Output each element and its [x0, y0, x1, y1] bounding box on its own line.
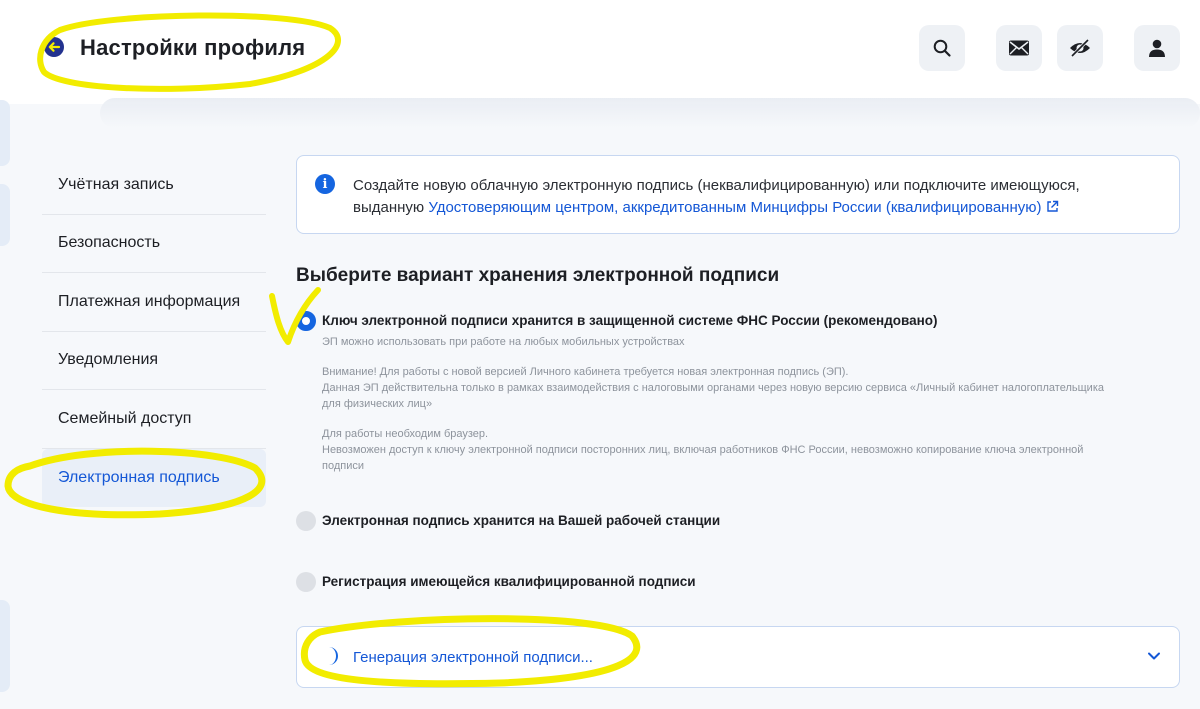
- sidebar-item-label: Уведомления: [58, 351, 159, 369]
- option-workstation-label[interactable]: Электронная подпись хранится на Вашей ра…: [322, 513, 720, 528]
- sidebar-item-label: Семейный доступ: [58, 409, 192, 427]
- option-fns-storage-desc: ЭП можно использовать при работе на любы…: [322, 334, 1172, 350]
- left-edge-panel: [0, 184, 10, 246]
- sidebar-item-notifications[interactable]: Уведомления: [42, 332, 266, 390]
- option-fns-storage-warning: Внимание! Для работы с новой версией Лич…: [322, 364, 1172, 412]
- user-icon: [1149, 39, 1165, 57]
- option-desc-line: для физических лиц»: [322, 398, 433, 410]
- option-fns-storage-notes: Для работы необходим браузер. Невозможен…: [322, 426, 1172, 474]
- page-header: Настройки профиля: [0, 0, 1200, 104]
- sidebar-item-label: Электронная подпись: [58, 468, 220, 486]
- option-desc-line: Внимание! Для работы с новой версией Лич…: [322, 366, 849, 378]
- sidebar-item-label: Учётная запись: [58, 175, 174, 193]
- left-edge-panel: [0, 100, 10, 166]
- info-text-prefix: выданную: [353, 199, 425, 216]
- search-button[interactable]: [919, 25, 965, 71]
- profile-button[interactable]: [1134, 25, 1180, 71]
- back-arrow-icon[interactable]: [44, 37, 64, 57]
- option-qualified-label[interactable]: Регистрация имеющейся квалифицированной …: [322, 574, 696, 589]
- loading-spinner-icon: [324, 647, 338, 665]
- option-fns-storage-label[interactable]: Ключ электронной подписи хранится в защи…: [322, 313, 938, 328]
- radio-fns-storage[interactable]: [296, 311, 316, 331]
- info-banner: i Создайте новую облачную электронную по…: [296, 155, 1180, 234]
- sidebar-item-security[interactable]: Безопасность: [42, 215, 266, 273]
- mail-icon: [1009, 40, 1029, 56]
- chevron-down-icon[interactable]: [1147, 649, 1161, 663]
- header-shadow: [100, 98, 1200, 128]
- messages-button[interactable]: [996, 25, 1042, 71]
- page-title: Настройки профиля: [80, 35, 306, 60]
- radio-workstation-storage[interactable]: [296, 511, 316, 531]
- info-icon: i: [315, 174, 335, 194]
- hide-balance-button[interactable]: [1057, 25, 1103, 71]
- option-desc-line: подписи: [322, 460, 364, 472]
- settings-sidebar: Учётная запись Безопасность Платежная ин…: [42, 156, 266, 507]
- left-edge-panel: [0, 600, 10, 692]
- external-link-icon[interactable]: [1046, 200, 1059, 213]
- option-desc-line: Данная ЭП действительна только в рамках …: [322, 382, 1104, 394]
- sidebar-item-electronic-signature[interactable]: Электронная подпись: [42, 448, 266, 507]
- option-desc-line: ЭП можно использовать при работе на любы…: [322, 336, 685, 348]
- info-text: Создайте новую облачную электронную подп…: [353, 175, 1153, 219]
- eye-off-icon: [1070, 38, 1090, 58]
- sidebar-item-family-access[interactable]: Семейный доступ: [42, 390, 266, 449]
- sidebar-item-payment-info[interactable]: Платежная информация: [42, 273, 266, 332]
- generation-panel[interactable]: Генерация электронной подписи...: [296, 626, 1180, 688]
- accredited-ca-link[interactable]: Удостоверяющим центром, аккредитованным …: [428, 199, 1041, 216]
- sidebar-item-account[interactable]: Учётная запись: [42, 156, 266, 215]
- sidebar-item-label: Платежная информация: [58, 292, 241, 310]
- sidebar-item-label: Безопасность: [58, 234, 161, 252]
- info-text-line1: Создайте новую облачную электронную подп…: [353, 177, 1080, 194]
- section-title: Выберите вариант хранения электронной по…: [296, 265, 780, 286]
- option-desc-line: Невозможен доступ к ключу электронной по…: [322, 444, 1084, 456]
- radio-qualified-registration[interactable]: [296, 572, 316, 592]
- option-desc-line: Для работы необходим браузер.: [322, 428, 489, 440]
- search-icon: [933, 39, 951, 57]
- generation-status: Генерация электронной подписи...: [353, 649, 593, 666]
